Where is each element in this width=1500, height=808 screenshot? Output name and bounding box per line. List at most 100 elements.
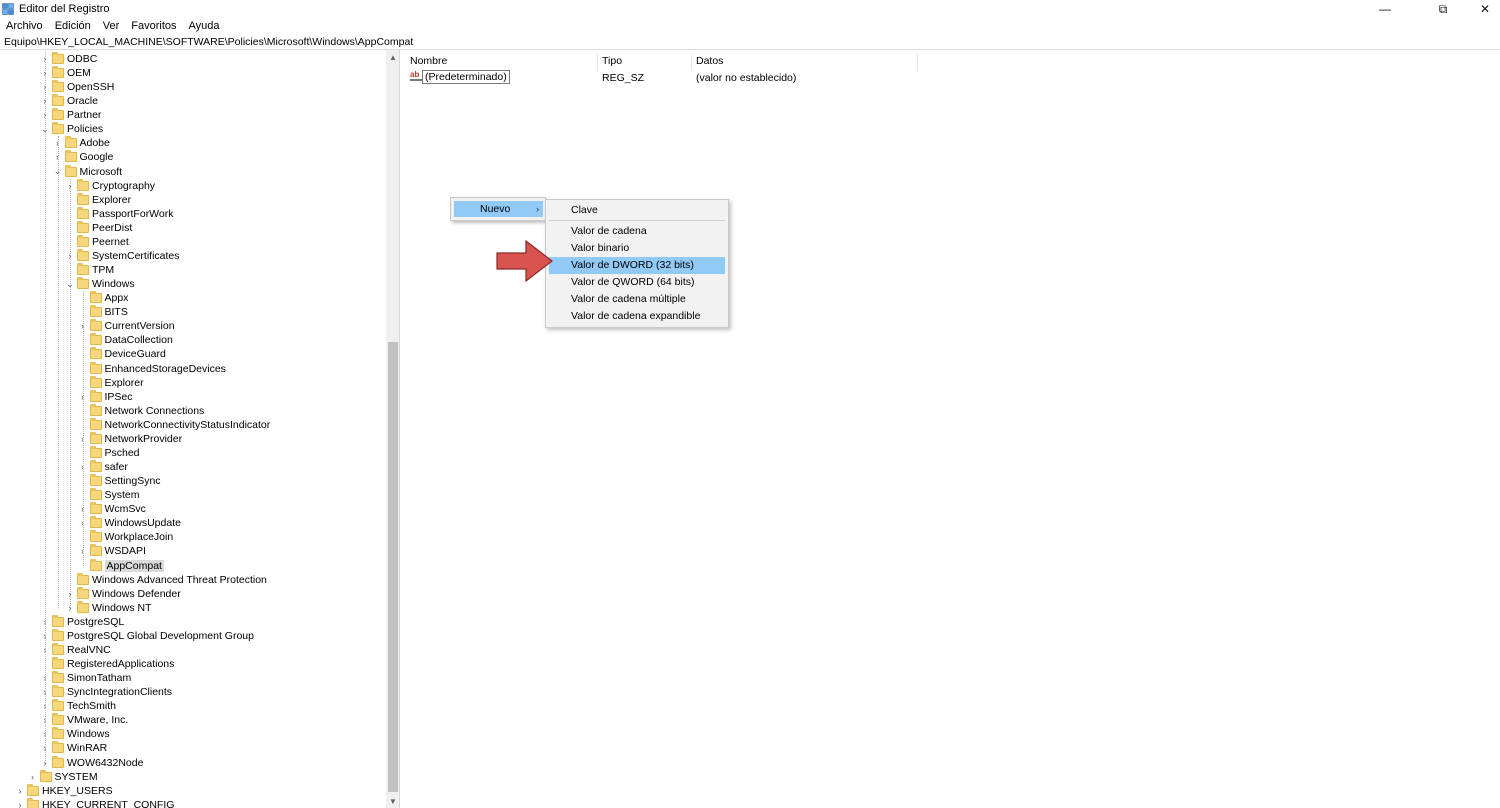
submenu-item-valor-cadena-expandible[interactable]: Valor de cadena expandible [549, 308, 725, 325]
tree-item[interactable]: Explorer [65, 192, 131, 207]
tree-item-label: ODBC [67, 53, 98, 65]
folder-icon [89, 347, 102, 360]
tree-item[interactable]: AppCompat [78, 558, 164, 573]
submenu-item-valor-cadena-multiple[interactable]: Valor de cadena múltiple [549, 291, 725, 308]
tree-item[interactable]: NetworkConnectivityStatusIndicator [78, 417, 270, 432]
tree-item[interactable]: ⌄ Policies [40, 122, 103, 136]
tree-item[interactable]: › CurrentVersion [78, 319, 175, 333]
tree-item[interactable]: › Google [53, 150, 113, 164]
tree-item[interactable]: › TechSmith [40, 699, 116, 713]
tree-item[interactable]: BITS [78, 305, 128, 319]
tree-item[interactable]: › WcmSvc [78, 502, 146, 516]
registry-editor-icon [2, 3, 14, 15]
tree-item[interactable]: › WindowsUpdate [78, 516, 181, 530]
context-menu-item-label: Nuevo [480, 203, 511, 215]
column-header-type[interactable]: Tipo [598, 54, 692, 70]
tree-item[interactable]: › NetworkProvider [78, 431, 182, 446]
tree-item[interactable]: › WinRAR [40, 741, 107, 755]
tree-item[interactable]: › Windows Defender [65, 586, 181, 601]
address-bar[interactable]: Equipo\HKEY_LOCAL_MACHINE\SOFTWARE\Polic… [0, 36, 1500, 50]
tree-item[interactable]: Peernet [65, 234, 129, 249]
menu-ver[interactable]: Ver [97, 18, 126, 35]
tree-item[interactable]: WorkplaceJoin [78, 530, 173, 544]
tree-item-label: Appx [104, 292, 129, 305]
submenu-item-valor-binario[interactable]: Valor binario [549, 240, 725, 257]
submenu-item-valor-qword[interactable]: Valor de QWORD (64 bits) [549, 274, 725, 291]
minimize-button[interactable]: — [1362, 0, 1408, 18]
value-row[interactable]: ab (Predeterminado) REG_SZ (valor no est… [408, 70, 1008, 85]
tree-item-label: WSDAPI [104, 545, 146, 558]
tree-item[interactable]: ⌄ Microsoft [53, 164, 122, 179]
tree-item[interactable]: System [78, 488, 140, 502]
tree-item[interactable]: PeerDist [65, 220, 133, 235]
menu-edicion[interactable]: Edición [49, 18, 97, 35]
tree-item[interactable]: › Adobe [53, 136, 110, 150]
tree-item[interactable]: TPM [65, 263, 114, 277]
tree-item[interactable]: › HKEY_USERS [15, 783, 113, 798]
menu-favoritos[interactable]: Favoritos [125, 18, 182, 35]
folder-icon [77, 600, 89, 613]
submenu-separator [549, 220, 725, 221]
tree-item[interactable]: › WSDAPI [78, 544, 146, 558]
scrollbar-thumb[interactable] [388, 342, 398, 792]
chevron-right-icon[interactable]: › [15, 784, 25, 798]
tree-item[interactable]: › SystemCertificates [65, 248, 180, 263]
tree-item[interactable]: PassportForWork [65, 206, 174, 221]
close-button[interactable]: ✕ [1462, 0, 1500, 18]
tree-item[interactable]: Windows Advanced Threat Protection [65, 572, 267, 587]
tree-item[interactable]: Network Connections [78, 403, 204, 418]
menu-archivo[interactable]: Archivo [0, 18, 49, 35]
menu-ayuda[interactable]: Ayuda [183, 18, 226, 35]
tree-item-label: PeerDist [92, 221, 133, 234]
tree-item[interactable]: › Oracle [40, 94, 98, 108]
tree-item[interactable]: › safer [78, 460, 128, 474]
tree-item[interactable]: DeviceGuard [78, 347, 166, 361]
tree-item[interactable]: › RealVNC [40, 642, 111, 657]
tree-item[interactable]: › VMware, Inc. [40, 713, 128, 727]
tree-item[interactable]: › ODBC [40, 52, 97, 66]
scroll-down-icon[interactable]: ▼ [386, 794, 399, 808]
tree-item-label: SYSTEM [54, 770, 98, 783]
tree-item[interactable]: › WOW6432Node [40, 755, 143, 770]
tree-item[interactable]: SettingSync [78, 474, 161, 488]
tree-item[interactable]: › Windows NT [65, 600, 152, 615]
tree-item[interactable]: RegisteredApplications [40, 657, 174, 671]
tree-item[interactable]: › OpenSSH [40, 80, 114, 94]
tree-item[interactable]: › Windows [40, 727, 110, 741]
tree-item[interactable]: › HKEY_CURRENT_CONFIG [15, 797, 174, 808]
annotation-arrow-icon [496, 240, 553, 282]
tree-item[interactable]: › PostgreSQL Global Development Group [40, 628, 254, 643]
tree-item[interactable]: Psched [78, 445, 140, 460]
submenu-item-clave[interactable]: Clave [549, 202, 725, 219]
tree-scrollbar[interactable]: ▲ ▼ [386, 50, 399, 808]
context-menu-item-nuevo[interactable]: Nuevo › [454, 201, 543, 217]
tree-item[interactable]: › OEM [40, 66, 91, 80]
tree-item[interactable]: Appx [78, 291, 129, 305]
folder-icon [89, 558, 102, 571]
folder-icon [89, 305, 102, 318]
tree-item-label: SystemCertificates [92, 249, 180, 262]
chevron-right-icon[interactable]: › [15, 798, 25, 808]
scroll-up-icon[interactable]: ▲ [386, 50, 399, 64]
column-header-name[interactable]: Nombre [406, 54, 598, 70]
tree-item[interactable]: ⌄ Windows [65, 277, 135, 291]
submenu-item-valor-cadena[interactable]: Valor de cadena [549, 223, 725, 240]
tree-item-label: Explorer [104, 376, 144, 389]
submenu-item-valor-dword[interactable]: Valor de DWORD (32 bits) [549, 257, 725, 274]
maximize-button[interactable]: ⧉ [1420, 0, 1466, 18]
tree-item[interactable]: EnhancedStorageDevices [78, 361, 226, 376]
folder-icon [77, 586, 89, 599]
tree-item[interactable]: › SYSTEM [28, 769, 98, 784]
tree-item[interactable]: › Cryptography [65, 178, 155, 193]
column-header-data[interactable]: Datos [692, 54, 918, 70]
tree-item[interactable]: › PostgreSQL [40, 614, 124, 629]
folder-icon [64, 136, 77, 149]
tree-item[interactable]: › SimonTatham [40, 671, 131, 685]
tree-item[interactable]: Explorer [78, 375, 144, 390]
tree-item[interactable]: DataCollection [78, 333, 173, 347]
tree-item-label: Windows Defender [92, 587, 181, 600]
tree-item[interactable]: › IPSec [78, 389, 133, 404]
tree-item[interactable]: › Partner [40, 108, 101, 122]
tree-item[interactable]: › SyncIntegrationClients [40, 685, 172, 699]
chevron-right-icon[interactable]: › [28, 770, 38, 784]
